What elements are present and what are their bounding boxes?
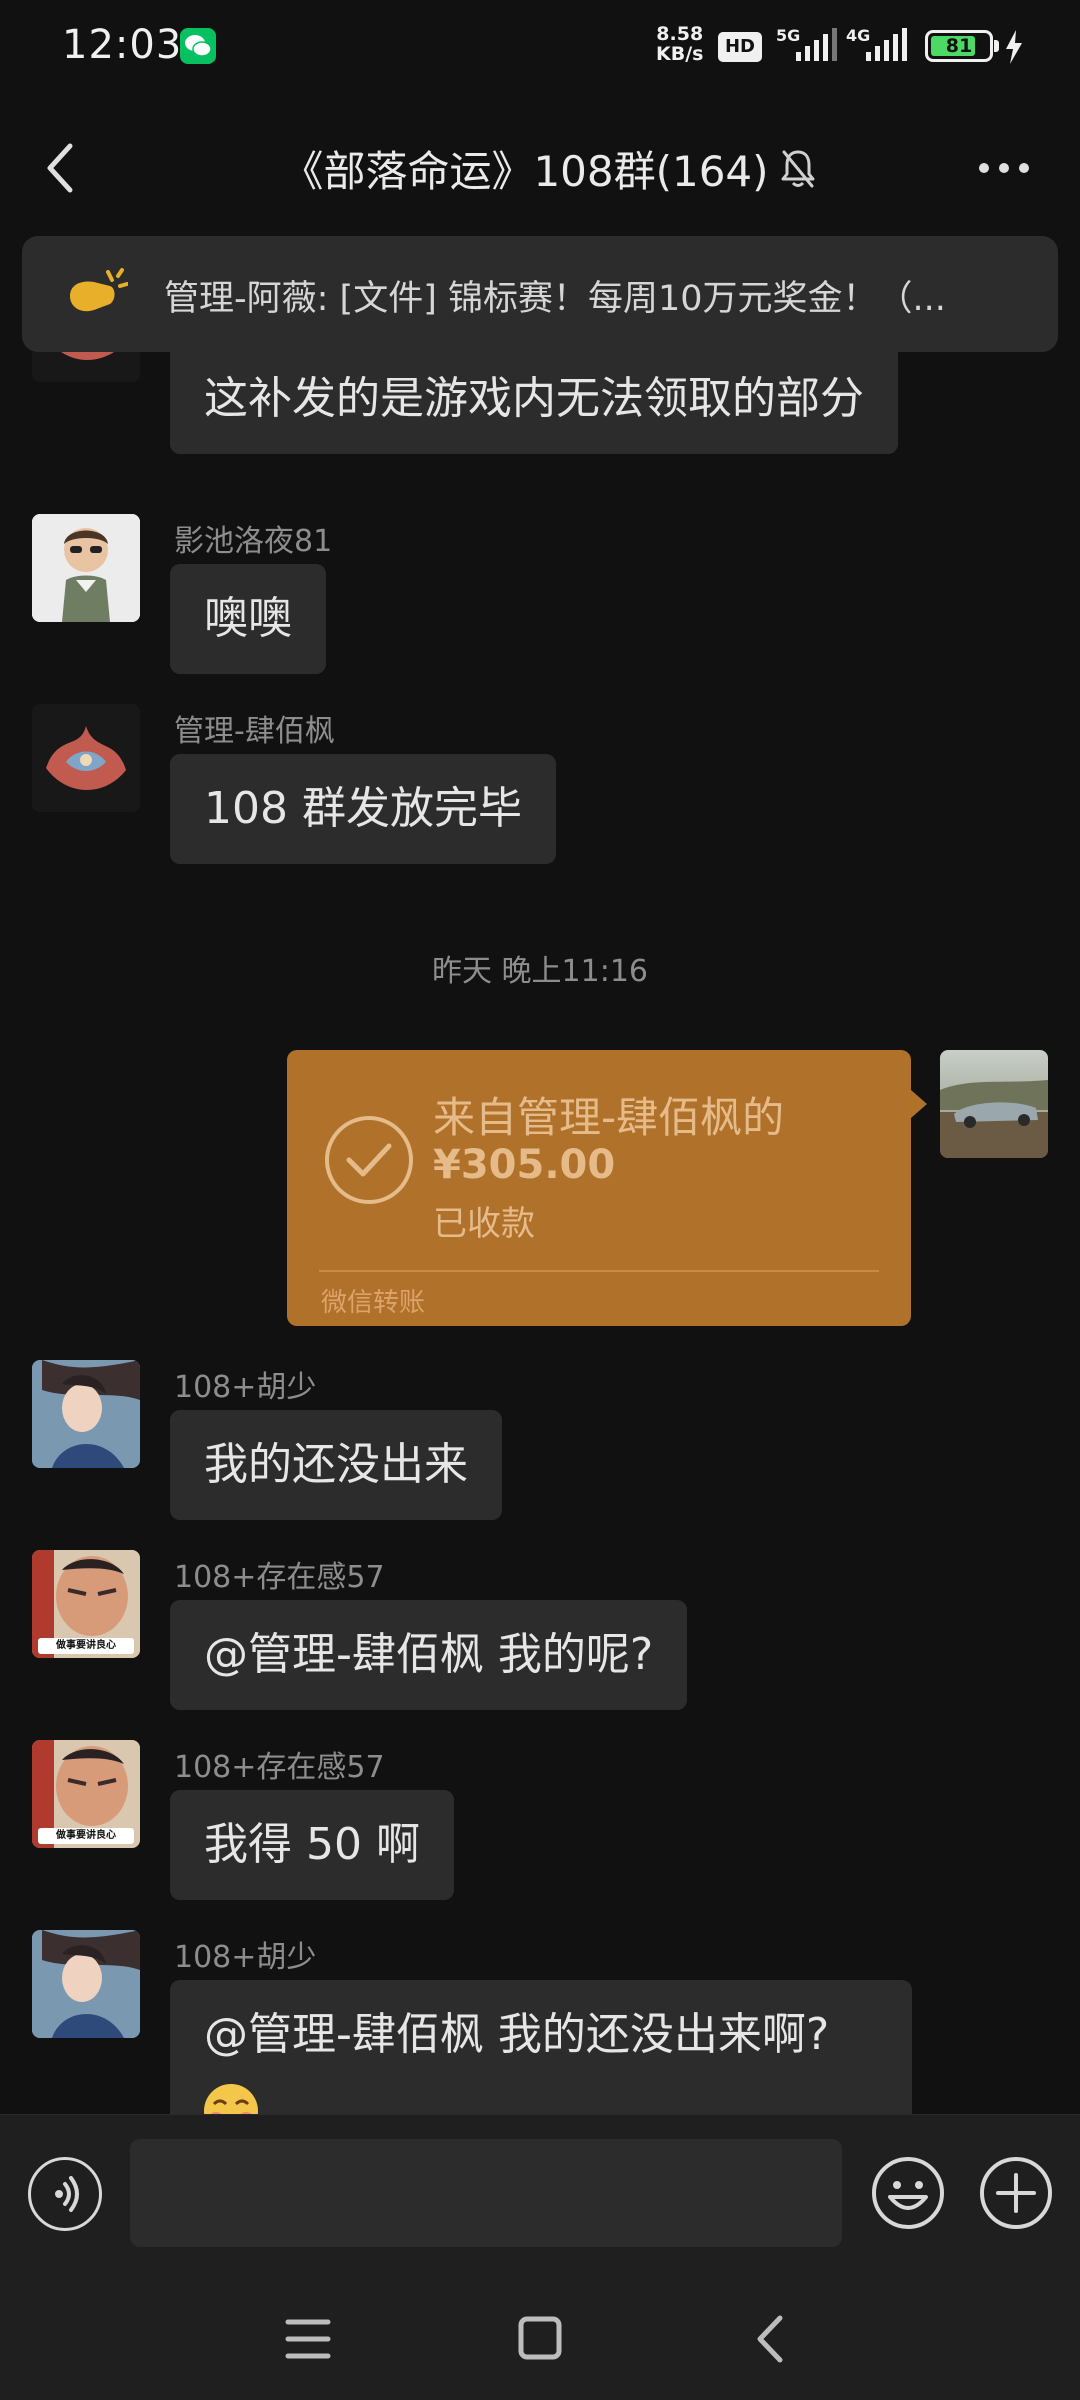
wechat-transfer-card[interactable]: 来自管理-肆佰枫的 ¥305.00 已收款 微信转账 [287,1050,927,1326]
sender-name: 管理-肆佰枫 [174,714,335,749]
message-bubble[interactable]: 噢噢 [170,564,326,674]
avatar-self[interactable] [940,1050,1048,1158]
system-back-button[interactable] [752,2314,788,2364]
avatar-108-cunzaigan57[interactable]: 做事要讲良心 [32,1550,140,1658]
avatar-108-hushao[interactable] [32,1360,140,1468]
more-functions-button[interactable] [978,2155,1054,2231]
battery-tip [994,40,999,52]
charging-icon [1006,30,1022,64]
message-bubble[interactable]: @管理-肆佰枫 我的呢? [170,1600,688,1710]
chat-header: 《部落命运》108群(164) [0,100,1080,236]
network-speed: 8.58 KB/s [656,24,703,64]
chat-title-wrap: 《部落命运》108群(164) [0,138,1080,199]
battery-level: 81 [945,35,973,57]
message-bubble[interactable]: 我的还没出来 [170,1410,502,1520]
received-check-icon [325,1116,413,1204]
message-bubble[interactable]: 这补发的是游戏内无法领取的部分 [170,352,898,454]
pinned-announcement-text: 管理-阿薇: [文件] 锦标赛！每周10万元奖金！（... [164,279,946,319]
network-speed-value: 8.58 [656,23,704,45]
transfer-from: 来自管理-肆佰枫的 [433,1093,785,1142]
message-text-field[interactable] [130,2139,842,2247]
message-text: 我得 50 啊 [204,1819,420,1870]
message-bubble[interactable]: @管理-肆佰枫 我的还没出来啊? [170,1980,912,2114]
network-speed-unit: KB/s [656,43,704,65]
embarrassed-emoji-icon [204,2084,258,2114]
avatar-admin-sibaifeng[interactable] [32,704,140,812]
hd-label: HD [724,36,755,57]
sender-name: 108+胡少 [174,1940,317,1975]
avatar-admin-sibaifeng[interactable] [32,352,140,382]
home-button[interactable] [516,2314,564,2362]
battery-icon: 81 [925,30,999,62]
avatar-badge-text: 做事要讲良心 [56,1640,116,1651]
avatar-108-hushao[interactable] [32,1930,140,2038]
status-bar: 12:03 8.58 KB/s HD 5G 4G 81 [0,0,1080,100]
muted-bell-icon [781,150,815,188]
recent-apps-button[interactable] [284,2316,332,2362]
emoji-button[interactable] [870,2155,946,2231]
sender-name: 影池洛夜81 [174,524,333,559]
system-navigation-bar [0,2278,1080,2400]
chat-message-list[interactable]: 这补发的是游戏内无法领取的部分 影池洛夜81 噢噢 管理-肆佰枫 108 群发放… [0,352,1080,2114]
more-options-button[interactable] [976,156,1032,180]
chat-title: 《部落命运》108群(164) [281,147,769,196]
message-text: 噢噢 [204,593,292,644]
voice-icon [55,2176,79,2212]
message-text: 108 群发放完毕 [204,783,522,834]
transfer-amount: ¥305.00 [433,1142,616,1188]
message-bubble[interactable]: 我得 50 啊 [170,1790,454,1900]
avatar-badge-text: 做事要讲良心 [56,1830,116,1841]
message-text: @管理-肆佰枫 我的还没出来啊? [204,2009,830,2060]
announcement-horn-icon [70,268,128,312]
transfer-footer: 微信转账 [321,1288,426,1318]
message-timestamp: 昨天 晚上11:16 [432,954,648,989]
sender-name: 108+存在感57 [174,1750,385,1785]
wechat-notification-icon [180,28,216,64]
bubble-tail [911,1090,927,1118]
transfer-status: 已收款 [433,1204,535,1244]
sender-name: 108+存在感57 [174,1560,385,1595]
transfer-divider [319,1270,879,1272]
avatar-yingchiluoye81[interactable] [32,514,140,622]
hd-voice-icon: HD [718,32,762,62]
message-text: 这补发的是游戏内无法领取的部分 [204,373,864,424]
voice-input-button[interactable] [28,2157,102,2231]
avatar-108-cunzaigan57[interactable]: 做事要讲良心 [32,1740,140,1848]
message-text: @管理-肆佰枫 我的呢? [204,1629,654,1680]
status-time: 12:03 [62,22,183,68]
message-input-bar [0,2114,1080,2278]
pinned-announcement-bar[interactable]: 管理-阿薇: [文件] 锦标赛！每周10万元奖金！（... [22,236,1058,352]
message-text: 我的还没出来 [204,1439,468,1490]
message-bubble[interactable]: 108 群发放完毕 [170,754,556,864]
sender-name: 108+胡少 [174,1370,317,1405]
